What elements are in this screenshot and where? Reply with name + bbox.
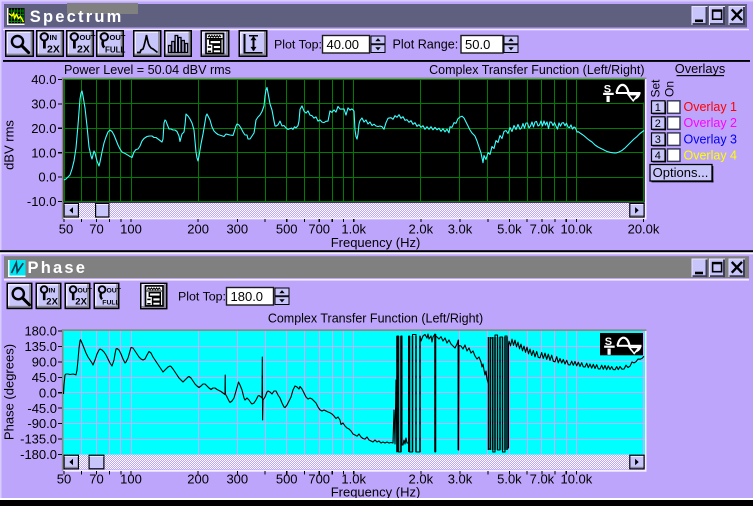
svg-text:Plot Top:: Plot Top: xyxy=(178,290,226,304)
svg-text:1: 1 xyxy=(655,102,661,114)
svg-text:dBV rms: dBV rms xyxy=(2,120,17,170)
svg-text:7.0k: 7.0k xyxy=(530,472,555,487)
svg-text:500: 500 xyxy=(276,221,298,236)
svg-text:Complex Transfer Function (Lef: Complex Transfer Function (Left/Right) xyxy=(268,311,483,325)
svg-text:Overlays: Overlays xyxy=(675,61,726,76)
svg-text:OUT: OUT xyxy=(80,33,96,42)
svg-text:5.0k: 5.0k xyxy=(497,221,522,236)
svg-text:200: 200 xyxy=(187,472,209,487)
svg-text:OUT: OUT xyxy=(107,287,122,294)
svg-text:700: 700 xyxy=(308,221,330,236)
svg-text:300: 300 xyxy=(226,472,248,487)
svg-text:3.0k: 3.0k xyxy=(448,221,473,236)
svg-text:-135.0: -135.0 xyxy=(20,432,57,447)
svg-text:2X: 2X xyxy=(77,44,90,56)
svg-text:2X: 2X xyxy=(46,297,58,308)
svg-text:Spectrum: Spectrum xyxy=(30,8,124,26)
svg-text:3: 3 xyxy=(655,134,661,146)
svg-text:Power Level = 50.04 dBV rms: Power Level = 50.04 dBV rms xyxy=(64,63,231,77)
svg-text:Overlay 4: Overlay 4 xyxy=(684,148,738,162)
svg-text:Overlay 2: Overlay 2 xyxy=(684,116,738,130)
svg-text:FULL: FULL xyxy=(102,300,119,307)
svg-text:10.0k: 10.0k xyxy=(560,221,592,236)
svg-text:Frequency (Hz): Frequency (Hz) xyxy=(331,485,421,500)
svg-text:-10.0: -10.0 xyxy=(27,194,57,209)
svg-text:40.0: 40.0 xyxy=(31,72,56,87)
svg-text:Overlay 1: Overlay 1 xyxy=(684,100,738,114)
svg-text:20.0: 20.0 xyxy=(31,121,56,136)
svg-text:10.0: 10.0 xyxy=(31,145,56,160)
svg-text:IN: IN xyxy=(50,33,58,42)
svg-text:3.0k: 3.0k xyxy=(448,472,473,487)
svg-text:70: 70 xyxy=(89,472,103,487)
svg-text:135.0: 135.0 xyxy=(24,339,57,354)
svg-text:Phase (degrees): Phase (degrees) xyxy=(2,344,17,440)
svg-text:Phase: Phase xyxy=(28,259,88,277)
svg-text:500: 500 xyxy=(276,472,298,487)
svg-text:FULL: FULL xyxy=(105,46,126,55)
svg-text:700: 700 xyxy=(308,472,330,487)
svg-text:IN: IN xyxy=(49,287,56,294)
svg-text:50.0: 50.0 xyxy=(465,37,490,52)
svg-text:10.0k: 10.0k xyxy=(560,472,592,487)
svg-text:45.0: 45.0 xyxy=(32,370,57,385)
svg-text:40.00: 40.00 xyxy=(327,37,360,52)
svg-text:2X: 2X xyxy=(75,297,87,308)
svg-text:Plot Range:: Plot Range: xyxy=(393,38,459,52)
svg-text:Frequency (Hz): Frequency (Hz) xyxy=(331,235,421,250)
svg-text:Overlay 3: Overlay 3 xyxy=(684,132,738,146)
svg-text:OUT: OUT xyxy=(78,287,93,294)
svg-text:Options...: Options... xyxy=(653,165,709,180)
svg-text:0.0: 0.0 xyxy=(39,385,57,400)
svg-text:30.0: 30.0 xyxy=(31,96,56,111)
svg-text:100: 100 xyxy=(120,221,142,236)
svg-text:On: On xyxy=(663,81,677,97)
svg-text:20.0k: 20.0k xyxy=(628,221,660,236)
svg-text:100: 100 xyxy=(120,472,142,487)
svg-text:Set: Set xyxy=(649,79,663,98)
svg-text:200: 200 xyxy=(187,221,209,236)
svg-text:7.0k: 7.0k xyxy=(530,221,555,236)
svg-text:50: 50 xyxy=(57,472,71,487)
svg-text:0.0: 0.0 xyxy=(38,170,56,185)
svg-text:4: 4 xyxy=(655,150,661,162)
svg-text:-180.0: -180.0 xyxy=(20,447,57,462)
svg-text:180.0: 180.0 xyxy=(231,289,264,304)
svg-text:2X: 2X xyxy=(47,44,60,56)
svg-text:OUT: OUT xyxy=(110,33,126,42)
svg-text:Plot Top:: Plot Top: xyxy=(274,38,322,52)
svg-text:50: 50 xyxy=(59,221,73,236)
svg-text:180.0: 180.0 xyxy=(24,324,57,339)
svg-text:2: 2 xyxy=(655,118,661,130)
svg-text:300: 300 xyxy=(226,221,248,236)
svg-text:5.0k: 5.0k xyxy=(497,472,522,487)
svg-text:Complex Transfer Function (Lef: Complex Transfer Function (Left/Right) xyxy=(429,63,644,77)
svg-text:-45.0: -45.0 xyxy=(27,401,57,416)
svg-text:70: 70 xyxy=(89,221,103,236)
svg-text:90.0: 90.0 xyxy=(32,355,57,370)
svg-text:-90.0: -90.0 xyxy=(27,416,57,431)
